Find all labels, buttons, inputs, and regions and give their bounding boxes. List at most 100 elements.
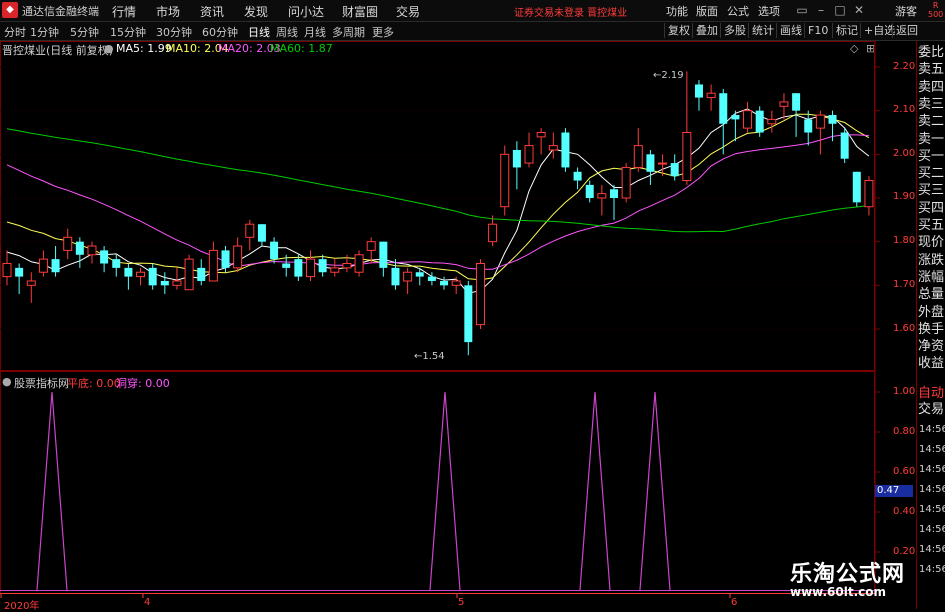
- low-price-label: ←1.54: [414, 351, 445, 362]
- candle-body-up: [815, 114, 825, 129]
- watermark-url: www.60lt.com: [790, 585, 887, 599]
- ma5-line: [6, 108, 870, 294]
- quote-field: 卖四: [918, 79, 945, 95]
- auto-trade-label[interactable]: 自动: [918, 386, 944, 401]
- candle-body-up: [87, 245, 97, 256]
- candle-body-down: [51, 259, 60, 273]
- candle-body-down: [646, 154, 655, 172]
- candle-body-up: [136, 271, 146, 278]
- ma60-line: [6, 128, 869, 233]
- quote-field: 卖二: [918, 114, 945, 130]
- candle-body-down: [731, 115, 740, 120]
- candle-body-down: [415, 272, 424, 277]
- candle-body-down: [112, 259, 121, 268]
- trade-time: 14:56: [919, 444, 945, 455]
- quote-field: 换手: [918, 321, 945, 337]
- candle-body-up: [500, 153, 510, 208]
- candle-body-up: [342, 263, 352, 269]
- main-chart-frame: [0, 41, 875, 371]
- candle-body-down: [840, 132, 849, 159]
- quote-field: 卖一: [918, 131, 945, 147]
- y-tick-main: 1.90: [893, 191, 916, 202]
- candle-body-down: [440, 280, 449, 286]
- candle-body-up: [330, 267, 340, 273]
- trade-label[interactable]: 交易: [918, 402, 944, 417]
- candle-body-up: [682, 132, 692, 182]
- candle-body-down: [561, 132, 570, 168]
- candle-body-up: [621, 166, 631, 199]
- candle-body-down: [197, 267, 206, 281]
- x-label-year: 2020年: [4, 601, 40, 612]
- chart-canvas[interactable]: [0, 0, 945, 609]
- candle-body-down: [282, 263, 291, 268]
- ma10-line: [6, 113, 870, 281]
- trade-time: 14:56: [919, 484, 945, 495]
- trade-time: 14:56: [919, 524, 945, 535]
- candle-body-up: [633, 145, 643, 168]
- candle-body-down: [318, 259, 327, 273]
- candle-body-up: [597, 193, 607, 199]
- candle-body-down: [270, 241, 279, 260]
- y-tick-main: 1.60: [893, 323, 916, 334]
- signal-spike: [579, 391, 611, 591]
- candle-body-down: [573, 171, 582, 181]
- trade-time: 14:56: [919, 504, 945, 515]
- candle-body-down: [852, 171, 861, 203]
- trade-time: 14:56: [919, 564, 945, 575]
- quote-field: 净资: [918, 339, 945, 355]
- candle-body-up: [306, 258, 315, 278]
- candle-body-up: [548, 145, 558, 151]
- candle-body-down: [512, 149, 521, 168]
- quote-field: 外盘: [918, 304, 945, 320]
- x-label-month: 6: [731, 597, 738, 608]
- candle-body-up: [706, 92, 716, 99]
- candle-body-down: [221, 250, 230, 268]
- candle-body-up: [245, 223, 255, 238]
- candle-body-up: [2, 263, 12, 278]
- quote-field: 买二: [918, 166, 945, 182]
- y-tick-main: 2.00: [893, 148, 916, 159]
- candle-body-up: [208, 249, 218, 282]
- candle-body-down: [828, 115, 837, 124]
- candle-body-down: [755, 110, 764, 133]
- candle-body-up: [864, 180, 874, 208]
- x-label-month: 5: [458, 597, 465, 608]
- candle-body-up: [743, 110, 753, 129]
- candle-body-down: [670, 163, 679, 177]
- candle-body-down: [100, 250, 109, 264]
- candle-body-up: [524, 145, 534, 164]
- candle-body-down: [585, 184, 594, 198]
- ma20-line: [6, 134, 869, 270]
- candle-body-down: [464, 285, 473, 343]
- candle-body-up: [475, 263, 485, 326]
- x-label-month: 4: [144, 597, 151, 608]
- y-tick-sub: 0.80: [893, 426, 916, 437]
- candle-body-down: [15, 267, 24, 277]
- candle-body-down: [719, 93, 728, 124]
- candle-body-up: [63, 236, 73, 251]
- current-indicator-value: 0.47: [875, 485, 913, 497]
- quote-field: 收益: [918, 356, 945, 372]
- trade-time: 14:56: [919, 544, 945, 555]
- quote-field: 卖五: [918, 62, 945, 78]
- sub-chart-frame: [0, 371, 875, 594]
- candle-body-down: [294, 259, 303, 277]
- high-price-label: ←2.19: [653, 70, 684, 81]
- candle-body-up: [767, 118, 777, 125]
- candle-body-up: [184, 258, 194, 291]
- signal-spike: [639, 391, 671, 591]
- candle-body-down: [427, 276, 436, 281]
- quote-field: 买四: [918, 200, 945, 216]
- signal-spike: [36, 391, 68, 591]
- candle-body-down: [124, 267, 133, 277]
- candle-body-up: [658, 162, 668, 165]
- candle-body-up: [403, 271, 413, 282]
- y-tick-sub: 0.60: [893, 466, 916, 477]
- candle-body-down: [148, 267, 157, 286]
- quote-field: 涨幅: [918, 269, 945, 285]
- candle-body-down: [379, 241, 388, 268]
- quote-field: 委比: [918, 45, 945, 60]
- candle-body-up: [172, 280, 182, 286]
- candle-body-up: [779, 101, 789, 107]
- quote-field: 买三: [918, 183, 945, 199]
